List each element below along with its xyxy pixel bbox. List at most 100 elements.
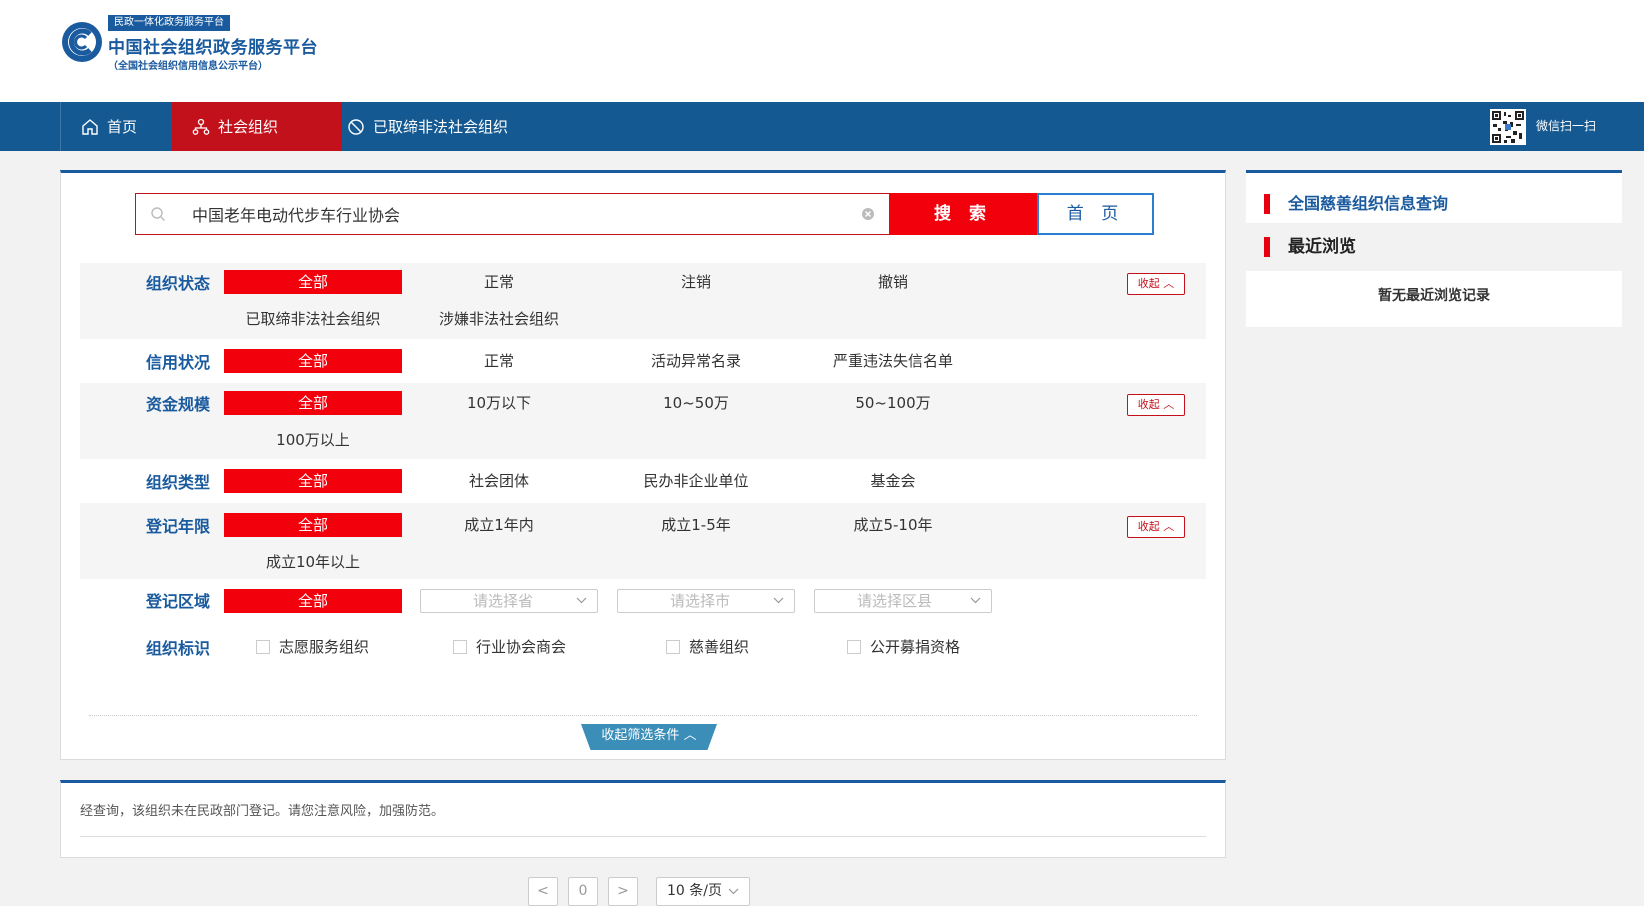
filter-option[interactable]: 50~100万 <box>804 391 982 415</box>
nav-item-banned-orgs[interactable]: 已取缔非法社会组织 <box>343 102 543 151</box>
collapse-filters-label: 收起筛选条件 <box>601 728 680 743</box>
divider <box>89 715 1197 716</box>
accent-bar <box>1264 237 1270 257</box>
filter-row-reg-years: 登记年限 全部 成立1年内 成立1-5年 成立5-10年 成立10年以上 收起 … <box>80 503 1206 579</box>
filter-label: 信用状况 <box>146 353 211 372</box>
checkbox-label: 公开募捐资格 <box>870 638 961 656</box>
checkbox-label: 志愿服务组织 <box>279 638 370 656</box>
chevron-left-icon: < <box>537 883 549 899</box>
filter-label: 组织状态 <box>146 274 211 293</box>
filter-option[interactable]: 基金会 <box>804 469 982 493</box>
filter-option[interactable]: 活动异常名录 <box>607 349 785 373</box>
collapse-button[interactable]: 收起 ︿ <box>1127 516 1185 538</box>
filter-option[interactable]: 正常 <box>410 349 588 373</box>
page-size-label: 10 条/页 <box>667 883 722 899</box>
filter-option[interactable]: 成立10年以上 <box>224 550 402 574</box>
collapse-button[interactable]: 收起 ︿ <box>1127 273 1185 295</box>
main-nav: 首页 社会组织 已取缔非法社会组织 微信扫一扫 <box>0 102 1644 151</box>
city-select[interactable]: 请选择市 <box>617 589 795 613</box>
page-number-label: 0 <box>578 883 588 899</box>
chevron-right-icon: > <box>617 883 629 899</box>
filter-option-all[interactable]: 全部 <box>224 513 402 537</box>
filter-row-region: 登记区域 全部 请选择省 请选择市 请选择区县 <box>80 579 1206 623</box>
filter-row-org-type: 组织类型 全部 社会团体 民办非企业单位 基金会 <box>80 459 1206 503</box>
chevron-down-icon <box>970 597 981 604</box>
filter-row-tags: 组织标识 志愿服务组织 行业协会商会 慈善组织 公开募捐资格 <box>80 623 1206 673</box>
collapse-filters-button[interactable]: 收起筛选条件 ︿ <box>581 724 717 750</box>
filter-option[interactable]: 10万以下 <box>410 391 588 415</box>
filter-row-capital: 资金规模 全部 10万以下 10~50万 50~100万 100万以上 收起 ︿ <box>80 383 1206 459</box>
nav-item-home[interactable]: 首页 <box>61 102 171 151</box>
filter-option[interactable]: 10~50万 <box>607 391 785 415</box>
tag-checkbox-industry[interactable]: 行业协会商会 <box>453 635 566 659</box>
filter-option[interactable]: 社会团体 <box>410 469 588 493</box>
tag-checkbox-volunteer[interactable]: 志愿服务组织 <box>256 635 369 659</box>
filter-option[interactable]: 已取缔非法社会组织 <box>224 307 402 331</box>
clear-icon[interactable] <box>861 207 875 221</box>
search-input[interactable] <box>192 194 832 234</box>
chevron-up-icon: ︿ <box>1163 398 1175 411</box>
filter-option-all[interactable]: 全部 <box>224 589 402 613</box>
tag-checkbox-fundraising[interactable]: 公开募捐资格 <box>847 635 960 659</box>
checkbox-label: 慈善组织 <box>689 638 750 656</box>
filter-option[interactable]: 注销 <box>607 270 785 294</box>
province-select[interactable]: 请选择省 <box>420 589 598 613</box>
logo-subtitle: （全国社会组织信用信息公示平台） <box>108 61 268 72</box>
collapse-label: 收起 <box>1137 398 1160 411</box>
filter-option-all[interactable]: 全部 <box>224 469 402 493</box>
header: 民政一体化政务服务平台 中国社会组织政务服务平台 （全国社会组织信用信息公示平台… <box>0 0 1644 102</box>
page-number[interactable]: 0 <box>568 877 598 906</box>
logo-tag: 民政一体化政务服务平台 <box>108 15 230 31</box>
nav-item-label: 已取缔非法社会组织 <box>373 118 509 136</box>
county-select[interactable]: 请选择区县 <box>814 589 992 613</box>
nav-item-label: 首页 <box>107 118 138 136</box>
province-placeholder: 请选择省 <box>473 592 534 610</box>
tag-checkbox-charity[interactable]: 慈善组织 <box>666 635 749 659</box>
search-button[interactable]: 搜 索 <box>889 193 1037 235</box>
home-button[interactable]: 首 页 <box>1037 193 1154 235</box>
filter-label: 登记区域 <box>146 592 211 611</box>
prev-page-button[interactable]: < <box>528 877 558 906</box>
filter-option[interactable]: 涉嫌非法社会组织 <box>410 307 588 331</box>
recent-empty-text: 暂无最近浏览记录 <box>1378 288 1490 304</box>
collapse-button[interactable]: 收起 ︿ <box>1127 394 1185 416</box>
chevron-down-icon <box>728 888 739 895</box>
filter-option-all[interactable]: 全部 <box>224 270 402 294</box>
filter-option[interactable]: 民办非企业单位 <box>607 469 785 493</box>
city-placeholder: 请选择市 <box>670 592 731 610</box>
filter-option-all[interactable]: 全部 <box>224 349 402 373</box>
filter-option[interactable]: 撤销 <box>804 270 982 294</box>
site-logo[interactable]: 民政一体化政务服务平台 中国社会组织政务服务平台 （全国社会组织信用信息公示平台… <box>60 15 320 75</box>
filter-option[interactable]: 成立5-10年 <box>804 513 982 537</box>
filter-option[interactable]: 正常 <box>410 270 588 294</box>
filter-label: 资金规模 <box>146 395 211 414</box>
charity-query-label: 全国慈善组织信息查询 <box>1288 194 1449 213</box>
filter-option[interactable]: 严重违法失信名单 <box>804 349 982 373</box>
filter-label: 登记年限 <box>146 517 211 536</box>
next-page-button[interactable]: > <box>608 877 638 906</box>
checkbox[interactable] <box>453 640 467 654</box>
filter-option[interactable]: 成立1年内 <box>410 513 588 537</box>
filter-option[interactable]: 成立1-5年 <box>607 513 785 537</box>
checkbox-label: 行业协会商会 <box>476 638 567 656</box>
checkbox[interactable] <box>256 640 270 654</box>
home-icon <box>82 118 98 135</box>
checkbox[interactable] <box>666 640 680 654</box>
chevron-down-icon <box>576 597 587 604</box>
page-size-select[interactable]: 10 条/页 <box>656 877 750 906</box>
ban-icon <box>348 118 364 135</box>
qr-code-icon <box>1490 109 1526 145</box>
nav-item-social-org[interactable]: 社会组织 <box>172 102 342 151</box>
charity-query-link[interactable]: 全国慈善组织信息查询 <box>1246 185 1622 223</box>
logo-title: 中国社会组织政务服务平台 <box>108 38 318 58</box>
search-box <box>135 193 889 235</box>
filter-option-all[interactable]: 全部 <box>224 391 402 415</box>
checkbox[interactable] <box>847 640 861 654</box>
qr-label: 微信扫一扫 <box>1536 119 1597 133</box>
divider <box>80 836 1206 837</box>
chevron-up-icon: ︿ <box>683 728 697 743</box>
chevron-up-icon: ︿ <box>1163 277 1175 290</box>
chevron-up-icon: ︿ <box>1163 520 1175 533</box>
county-placeholder: 请选择区县 <box>857 592 933 610</box>
filter-option[interactable]: 100万以上 <box>224 428 402 452</box>
